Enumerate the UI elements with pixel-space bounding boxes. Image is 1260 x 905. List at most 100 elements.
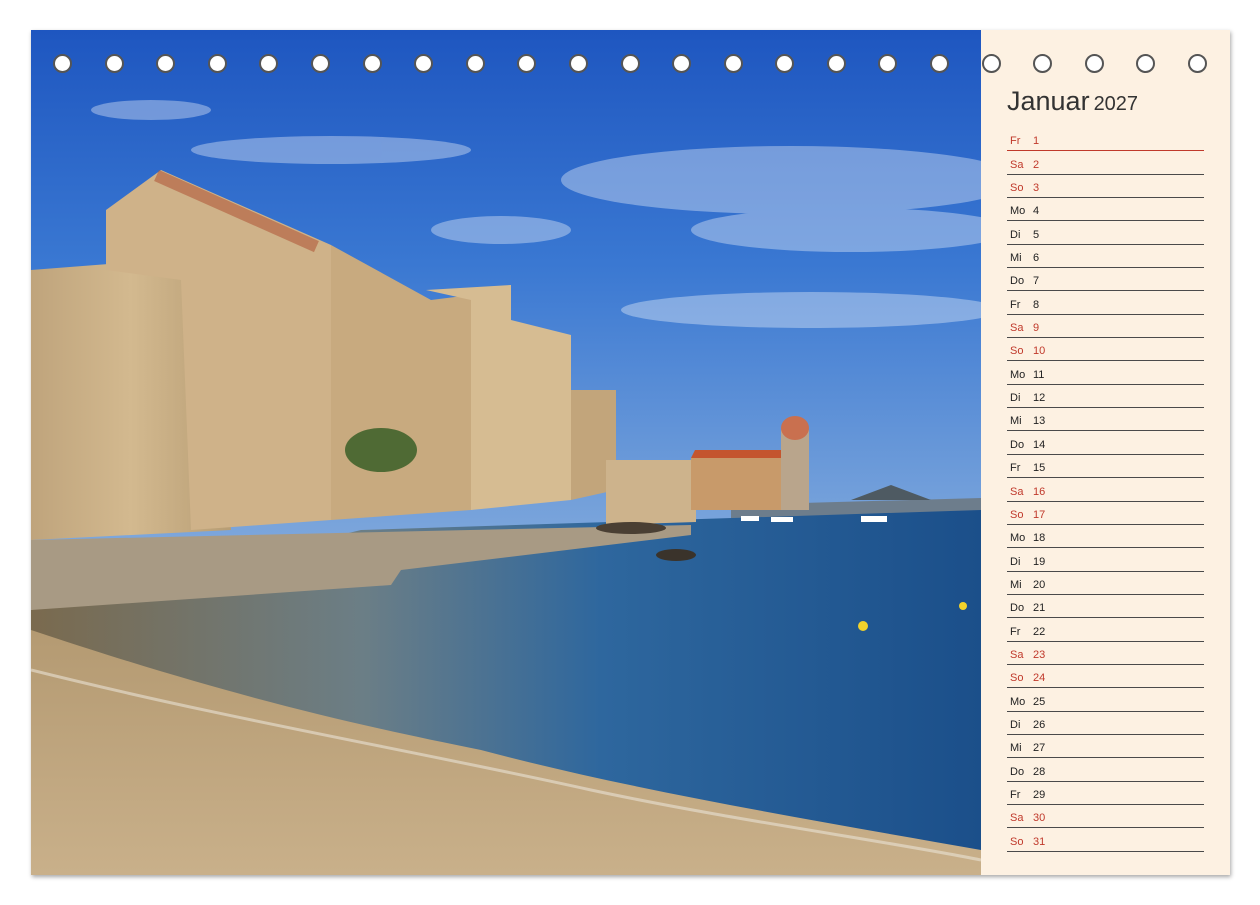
day-number: 12 — [1033, 392, 1046, 405]
binding-hole — [878, 54, 898, 73]
binding-hole — [620, 54, 640, 73]
day-number: 17 — [1033, 508, 1046, 521]
binding-hole — [723, 54, 743, 73]
weekday-label: So — [1010, 182, 1024, 195]
day-row: Fr 29 — [1007, 782, 1204, 805]
day-number: 27 — [1033, 742, 1046, 755]
weekday-label: Mo — [1010, 695, 1026, 708]
weekday-label: Sa — [1010, 158, 1024, 171]
buoy — [858, 621, 868, 631]
binding-hole — [207, 54, 227, 73]
day-number: 2 — [1033, 158, 1040, 171]
castle-outwork — [606, 460, 696, 525]
weekday-label: Sa — [1010, 485, 1024, 498]
day-row: Do 28 — [1007, 758, 1204, 782]
calendar-photo — [31, 30, 981, 875]
day-number: 8 — [1033, 298, 1040, 311]
day-number: 19 — [1033, 555, 1046, 568]
weekday-label: So — [1010, 508, 1024, 521]
day-number: 7 — [1033, 275, 1040, 288]
weekday-label: Di — [1010, 228, 1021, 241]
day-row: So 10 — [1007, 338, 1204, 362]
rock — [656, 549, 696, 561]
weekday-label: So — [1010, 672, 1024, 685]
weekday-label: Do — [1010, 765, 1025, 778]
binding-hole — [826, 54, 846, 73]
weekday-label: So — [1010, 835, 1024, 848]
weekday-label: Fr — [1010, 135, 1021, 148]
day-row: Fr 8 — [1007, 291, 1204, 315]
year-label: 2027 — [1093, 93, 1139, 115]
day-row: Mi 6 — [1007, 245, 1204, 269]
day-number: 16 — [1033, 485, 1046, 498]
day-number: 4 — [1033, 205, 1040, 218]
day-row: Sa 23 — [1007, 642, 1204, 665]
weekday-label: Fr — [1010, 462, 1021, 475]
day-number: 28 — [1033, 765, 1046, 778]
day-number: 15 — [1033, 462, 1046, 475]
day-row: Sa 2 — [1007, 151, 1204, 175]
weekday-label: Mo — [1010, 205, 1026, 218]
church-building — [691, 458, 786, 510]
day-row: Sa 16 — [1007, 478, 1204, 502]
day-row: Di 19 — [1007, 548, 1204, 572]
day-number: 3 — [1033, 182, 1040, 195]
binding-hole — [981, 54, 1001, 73]
binding-hole — [156, 54, 176, 73]
day-number: 11 — [1033, 368, 1045, 381]
calendar-page: Januar 2027 Fr 1 Sa 2 So 3 Mo 4 Di 5 Mi 6 Do 7 Fr 8 Sa 9 So… — [31, 30, 1230, 875]
binding-holes — [31, 54, 1230, 80]
day-row: Di 5 — [1007, 221, 1204, 245]
day-number: 6 — [1033, 252, 1040, 265]
day-number: 5 — [1033, 228, 1040, 241]
day-row: Do 21 — [1007, 595, 1204, 619]
weekday-label: Do — [1010, 602, 1025, 615]
day-row: Fr 22 — [1007, 618, 1204, 642]
binding-hole — [1188, 54, 1207, 73]
bell-tower-dome — [781, 416, 809, 440]
binding-hole — [53, 54, 72, 73]
calendar-panel: Januar 2027 Fr 1 Sa 2 So 3 Mo 4 Di 5 Mi 6 Do 7 Fr 8 Sa 9 So… — [981, 30, 1230, 875]
month-name: Januar — [1007, 86, 1090, 116]
day-row: Mo 25 — [1007, 688, 1204, 712]
weekday-label: Mi — [1010, 578, 1022, 591]
day-row: Mi 27 — [1007, 735, 1204, 759]
month-title: Januar 2027 — [1007, 86, 1138, 117]
day-row: Di 12 — [1007, 385, 1204, 409]
day-number: 23 — [1033, 648, 1046, 661]
day-row: Mo 4 — [1007, 198, 1204, 222]
weekday-label: Di — [1010, 392, 1021, 405]
binding-hole — [310, 54, 330, 73]
day-number: 26 — [1033, 718, 1046, 731]
day-row: Mo 18 — [1007, 525, 1204, 549]
weekday-label: Di — [1010, 718, 1021, 731]
binding-hole — [1033, 54, 1053, 73]
day-row: Mi 20 — [1007, 572, 1204, 595]
day-row: Sa 9 — [1007, 315, 1204, 339]
day-row: Fr 1 — [1007, 128, 1204, 152]
day-number: 13 — [1033, 415, 1046, 428]
binding-hole — [568, 54, 588, 73]
weekday-label: Do — [1010, 275, 1025, 288]
weekday-label: Fr — [1010, 625, 1021, 638]
binding-hole — [517, 54, 537, 73]
day-number: 14 — [1033, 438, 1046, 451]
day-row: Mo 11 — [1007, 361, 1204, 385]
weekday-label: Mi — [1010, 742, 1022, 755]
day-row: Di 26 — [1007, 712, 1204, 735]
weekday-label: Sa — [1010, 648, 1024, 661]
binding-hole — [1084, 54, 1104, 73]
weekday-label: Fr — [1010, 298, 1021, 311]
rock — [596, 522, 666, 534]
church-roof — [691, 450, 786, 458]
day-number: 21 — [1033, 602, 1046, 615]
day-number: 20 — [1033, 578, 1046, 591]
day-row: So 3 — [1007, 175, 1204, 199]
day-number: 30 — [1033, 812, 1046, 825]
binding-hole — [104, 54, 124, 73]
day-row: Sa 30 — [1007, 805, 1204, 829]
day-row: Mi 13 — [1007, 408, 1204, 432]
photo-illustration — [31, 30, 981, 875]
day-number: 1 — [1033, 135, 1040, 148]
day-number: 10 — [1033, 345, 1046, 358]
